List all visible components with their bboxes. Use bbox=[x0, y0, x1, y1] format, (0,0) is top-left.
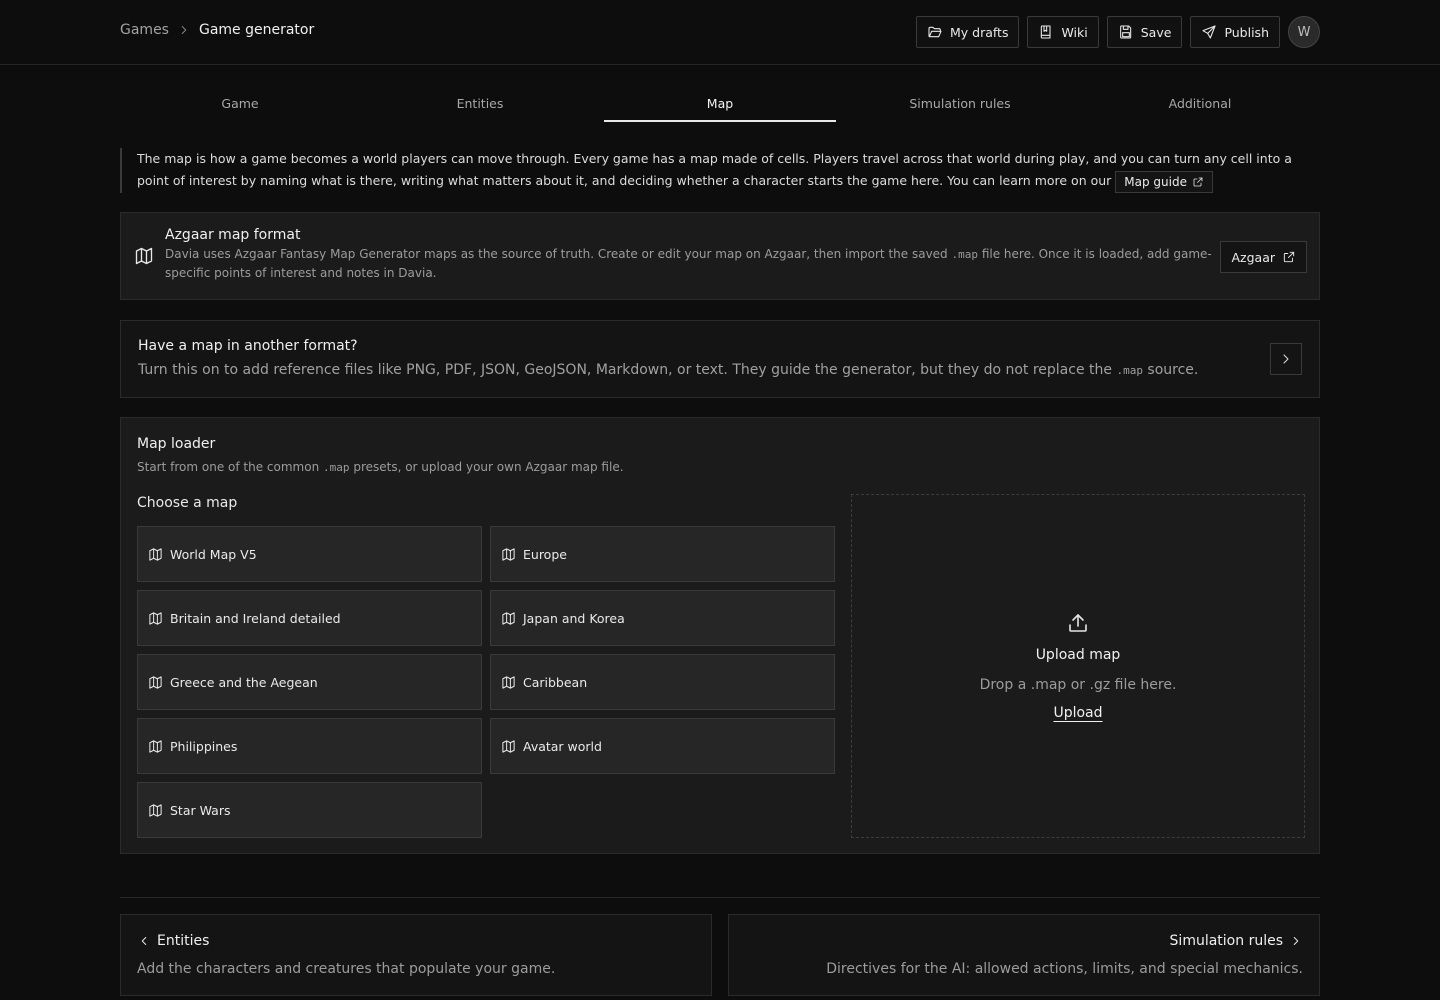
my-drafts-label: My drafts bbox=[949, 24, 1009, 40]
map-icon bbox=[148, 739, 163, 754]
other-format-description: Turn this on to add reference files like… bbox=[138, 362, 1198, 378]
preset-caribbean[interactable]: Caribbean bbox=[490, 654, 835, 710]
map-icon bbox=[501, 675, 516, 690]
other-desc-after: source. bbox=[1147, 362, 1199, 378]
publish-button[interactable]: Publish bbox=[1190, 16, 1280, 48]
azgaar-desc-before: Davia uses Azgaar Fantasy Map Generator … bbox=[165, 247, 948, 261]
preset-label: Philippines bbox=[170, 738, 238, 754]
preset-label: Avatar world bbox=[523, 738, 602, 754]
next-step-title: Simulation rules bbox=[1170, 933, 1303, 949]
map-guide-link[interactable]: Map guide bbox=[1115, 170, 1213, 193]
prev-step-label: Entities bbox=[157, 933, 210, 949]
next-step-simulation-rules[interactable]: Simulation rules Directives for the AI: … bbox=[728, 914, 1320, 996]
azgaar-desc-code: .map bbox=[951, 248, 979, 261]
preset-japan-korea[interactable]: Japan and Korea bbox=[490, 590, 835, 646]
other-format-card[interactable]: Have a map in another format? Turn this … bbox=[120, 320, 1320, 398]
tab-game[interactable]: Game bbox=[120, 88, 360, 122]
map-loader-title: Map loader bbox=[137, 436, 216, 452]
divider bbox=[120, 897, 1320, 898]
preset-star-wars[interactable]: Star Wars bbox=[137, 782, 482, 838]
breadcrumb: Games Game generator bbox=[120, 22, 314, 38]
tab-bar: Game Entities Map Simulation rules Addit… bbox=[120, 88, 1320, 122]
tab-entities[interactable]: Entities bbox=[360, 88, 600, 122]
prev-step-description: Add the characters and creatures that po… bbox=[137, 961, 556, 977]
map-preset-grid: World Map V5 Europe Britain and Ireland … bbox=[137, 526, 835, 838]
external-link-icon bbox=[1282, 250, 1296, 264]
next-step-description: Directives for the AI: allowed actions, … bbox=[826, 961, 1303, 977]
map-icon bbox=[148, 611, 163, 626]
preset-label: World Map V5 bbox=[170, 546, 257, 562]
azgaar-button[interactable]: Azgaar bbox=[1220, 241, 1307, 273]
preset-britain-ireland[interactable]: Britain and Ireland detailed bbox=[137, 590, 482, 646]
preset-europe[interactable]: Europe bbox=[490, 526, 835, 582]
loader-desc-after: presets, or upload your own Azgaar map f… bbox=[353, 460, 624, 474]
send-icon bbox=[1201, 24, 1217, 40]
map-loader-description: Start from one of the common .map preset… bbox=[137, 460, 624, 474]
save-button[interactable]: Save bbox=[1106, 16, 1183, 48]
loader-desc-before: Start from one of the common bbox=[137, 460, 320, 474]
preset-world-map-v5[interactable]: World Map V5 bbox=[137, 526, 482, 582]
loader-desc-code: .map bbox=[323, 461, 350, 474]
map-icon bbox=[501, 611, 516, 626]
map-icon bbox=[148, 803, 163, 818]
wiki-button[interactable]: Wiki bbox=[1027, 16, 1099, 48]
avatar[interactable]: W bbox=[1288, 16, 1320, 48]
map-loader-card: Map loader Start from one of the common … bbox=[120, 417, 1320, 854]
preset-label: Japan and Korea bbox=[523, 610, 625, 626]
header-actions: My drafts Wiki Save Publish W bbox=[915, 16, 1320, 48]
preset-label: Greece and the Aegean bbox=[170, 674, 318, 690]
book-icon bbox=[1038, 24, 1054, 40]
other-format-title: Have a map in another format? bbox=[138, 338, 358, 354]
map-icon bbox=[148, 675, 163, 690]
chevron-left-icon bbox=[137, 934, 151, 948]
preset-greece-aegean[interactable]: Greece and the Aegean bbox=[137, 654, 482, 710]
my-drafts-button[interactable]: My drafts bbox=[915, 16, 1020, 48]
breadcrumb-current: Game generator bbox=[198, 22, 315, 38]
azgaar-format-card: Azgaar map format Davia uses Azgaar Fant… bbox=[120, 212, 1320, 300]
preset-label: Caribbean bbox=[523, 674, 588, 690]
azgaar-title: Azgaar map format bbox=[165, 227, 301, 243]
map-icon bbox=[501, 547, 516, 562]
breadcrumb-games-link[interactable]: Games bbox=[120, 22, 169, 38]
preset-label: Star Wars bbox=[170, 802, 231, 818]
map-guide-label: Map guide bbox=[1124, 174, 1187, 189]
next-step-label: Simulation rules bbox=[1169, 933, 1283, 949]
preset-philippines[interactable]: Philippines bbox=[137, 718, 482, 774]
azgaar-button-label: Azgaar bbox=[1231, 249, 1275, 265]
other-desc-code: .map bbox=[1116, 364, 1143, 377]
save-label: Save bbox=[1140, 24, 1172, 40]
upload-description: Drop a .map or .gz file here. bbox=[979, 677, 1177, 693]
map-icon bbox=[134, 246, 154, 266]
other-desc-before: Turn this on to add reference files like… bbox=[138, 362, 1112, 378]
wiki-label: Wiki bbox=[1061, 24, 1088, 40]
map-icon bbox=[501, 739, 516, 754]
save-icon bbox=[1118, 24, 1134, 40]
choose-map-heading: Choose a map bbox=[137, 495, 238, 511]
prev-step-entities[interactable]: Entities Add the characters and creature… bbox=[120, 914, 712, 996]
upload-link[interactable]: Upload bbox=[1053, 705, 1102, 721]
folder-open-icon bbox=[927, 24, 943, 40]
map-intro: The map is how a game becomes a world pl… bbox=[120, 148, 1320, 193]
top-header: Games Game generator My drafts Wiki Save bbox=[0, 0, 1440, 65]
tab-map[interactable]: Map bbox=[600, 88, 840, 122]
preset-label: Europe bbox=[523, 546, 567, 562]
upload-icon bbox=[1066, 611, 1090, 635]
upload-title: Upload map bbox=[1035, 647, 1121, 663]
chevron-right-icon bbox=[177, 23, 191, 37]
external-link-icon bbox=[1192, 176, 1204, 188]
chevron-right-icon bbox=[1289, 934, 1303, 948]
azgaar-description: Davia uses Azgaar Fantasy Map Generator … bbox=[165, 245, 1225, 283]
tab-additional[interactable]: Additional bbox=[1080, 88, 1320, 122]
preset-label: Britain and Ireland detailed bbox=[170, 610, 341, 626]
publish-label: Publish bbox=[1224, 24, 1269, 40]
map-icon bbox=[148, 547, 163, 562]
expand-other-format-button[interactable] bbox=[1270, 343, 1302, 375]
tab-simulation-rules[interactable]: Simulation rules bbox=[840, 88, 1080, 122]
upload-dropzone[interactable]: Upload map Drop a .map or .gz file here.… bbox=[851, 494, 1305, 838]
preset-avatar-world[interactable]: Avatar world bbox=[490, 718, 835, 774]
chevron-right-icon bbox=[1278, 351, 1294, 367]
prev-step-title: Entities bbox=[137, 933, 209, 949]
